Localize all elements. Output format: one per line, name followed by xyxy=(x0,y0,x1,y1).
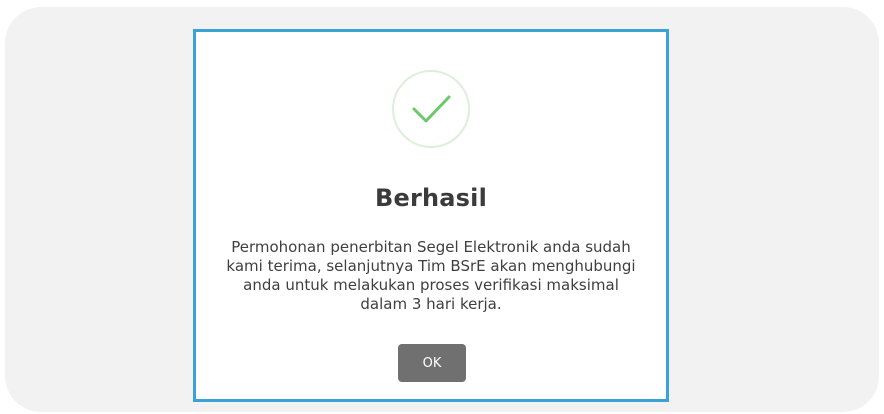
ok-button[interactable]: OK xyxy=(398,344,466,382)
dialog-title: Berhasil xyxy=(374,184,488,212)
success-check-icon xyxy=(392,70,470,148)
check-icon xyxy=(412,95,451,123)
dialog-message: Permohonan penerbitan Segel Elektronik a… xyxy=(226,238,636,313)
success-dialog: Berhasil Permohonan penerbitan Segel Ele… xyxy=(193,29,669,402)
